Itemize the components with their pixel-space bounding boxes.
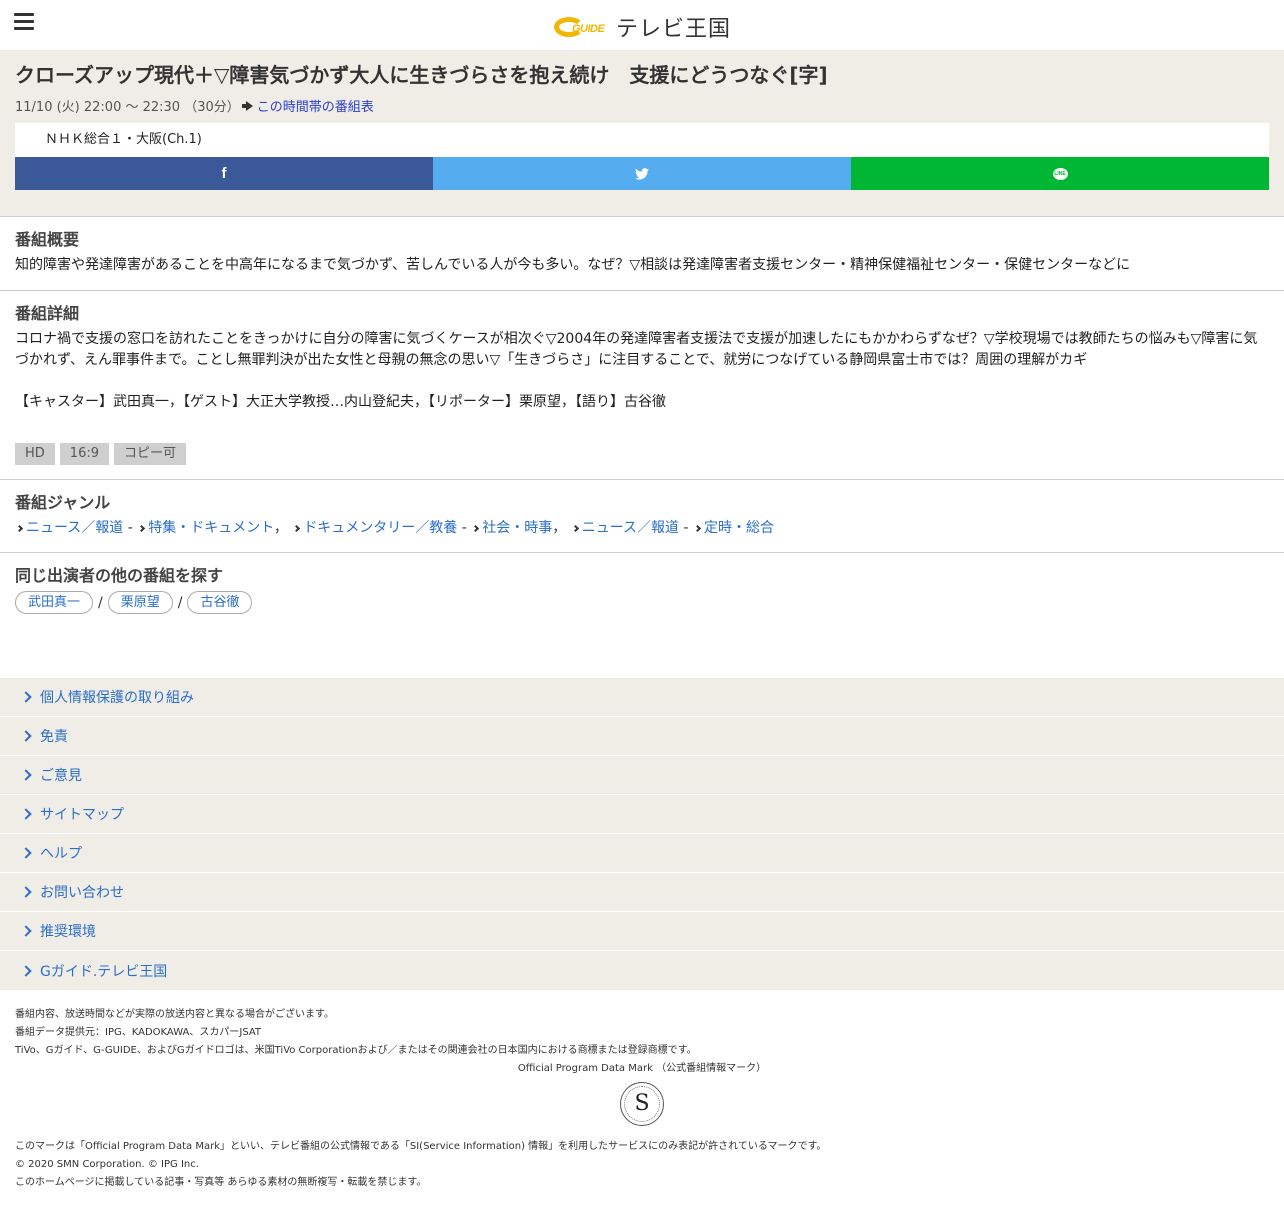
legal-line: TiVo、Gガイド、G-GUIDE、およびGガイドロゴは、米国TiVo Corp… xyxy=(15,1045,697,1056)
broadcast-datetime: 11/10 (火) 22:00 ～ 22:30 （30分） xyxy=(15,100,240,115)
chevron-right-icon xyxy=(20,769,32,781)
cast-pill[interactable]: 武田真一 xyxy=(15,591,94,614)
legal-line: このホームページに掲載している記事・写真等 あらゆる素材の無断複写・転載を禁じま… xyxy=(15,1177,427,1188)
legal-line: 番組データ提供元：IPG、KADOKAWA、スカパーJSAT xyxy=(15,1027,262,1038)
footer-link-help[interactable]: ヘルプ xyxy=(0,834,1284,873)
chevron-right-icon xyxy=(20,964,32,977)
mark-title: Official Program Data Mark （公式番組情報マーク） xyxy=(517,1063,767,1074)
program-header: クローズアップ現代＋▽障害気づかず大人に生きづらさを抱え続け 支援にどうつなぐ[… xyxy=(0,50,1284,216)
site-header: GUIDE テレビ王国 xyxy=(0,0,1284,50)
cast-pill[interactable]: 栗原望 xyxy=(107,591,173,614)
footer-link-contact[interactable]: お問い合わせ xyxy=(0,873,1284,912)
legal-line: 番組内容、放送時間などが実際の放送内容と異なる場合がございます。 xyxy=(15,1009,334,1020)
chevron-right-icon xyxy=(15,524,24,533)
genre-heading: 番組ジャンル xyxy=(15,493,111,512)
footer-link-feedback[interactable]: ご意見 xyxy=(0,756,1284,795)
aspect-badge: 16:9 xyxy=(59,443,109,465)
footer-nav: 個人情報保護の取り組み 免責 ご意見 サイトマップ ヘルプ お問い合わせ 推奨環… xyxy=(0,678,1284,990)
detail-text: コロナ禍で支援の窓口を訪れたことをきっかけに自分の障害に気づくケースが相次ぐ▽2… xyxy=(15,331,1258,410)
separator: / xyxy=(177,594,183,611)
copyright: © 2020 SMN Corporation. © IPG Inc. xyxy=(15,1159,199,1170)
chevron-right-icon xyxy=(138,524,146,533)
chevron-right-icon xyxy=(20,808,32,820)
program-title: クローズアップ現代＋▽障害気づかず大人に生きづらさを抱え続け 支援にどうつなぐ[… xyxy=(15,63,828,87)
genre-link[interactable]: ニュース／報道 xyxy=(582,520,679,536)
footer-link-environment[interactable]: 推奨環境 xyxy=(0,912,1284,951)
footer-link-label: ご意見 xyxy=(40,768,82,784)
footer-link-privacy[interactable]: 個人情報保護の取り組み xyxy=(0,678,1284,717)
chevron-right-icon xyxy=(20,886,32,898)
detail-heading: 番組詳細 xyxy=(15,304,80,323)
line-icon: LINE xyxy=(1052,167,1068,180)
genre-link[interactable]: ニュース／報道 xyxy=(26,520,123,536)
gguide-logo-icon: GUIDE xyxy=(554,15,608,39)
footer-link-label: サイトマップ xyxy=(40,807,124,823)
cast-heading: 同じ出演者の他の番組を探す xyxy=(15,566,224,585)
site-logo[interactable]: GUIDE テレビ王国 xyxy=(554,11,731,43)
share-bar: f LINE xyxy=(15,157,1269,190)
format-badges: HD 16:9 コピー可 xyxy=(15,443,1269,465)
chevron-right-icon xyxy=(20,730,32,742)
twitter-share-button[interactable] xyxy=(433,157,851,190)
genre-link[interactable]: 特集・ドキュメント xyxy=(148,520,274,536)
genre-link[interactable]: 社会・時事 xyxy=(482,520,552,536)
timetable-link[interactable]: この時間帯の番組表 xyxy=(257,96,374,115)
cast-pill[interactable]: 古谷徹 xyxy=(187,591,253,614)
site-name: テレビ王国 xyxy=(616,17,732,42)
copy-badge: コピー可 xyxy=(114,443,187,465)
official-data-mark-icon: S xyxy=(620,1082,664,1126)
chevron-right-icon xyxy=(20,691,32,703)
chevron-right-icon xyxy=(20,847,32,859)
footer-link-gguide[interactable]: Gガイド.テレビ王国 xyxy=(0,951,1284,990)
arrow-right-icon xyxy=(241,100,253,111)
overview-heading: 番組概要 xyxy=(15,230,80,249)
chevron-right-icon xyxy=(693,524,702,533)
chevron-right-icon xyxy=(472,524,480,533)
facebook-share-button[interactable]: f xyxy=(15,157,433,190)
cast-section: 同じ出演者の他の番組を探す 武田真一 / 栗原望 / 古谷徹 xyxy=(0,552,1284,628)
detail-section: 番組詳細 コロナ禍で支援の窓口を訪れたことをきっかけに自分の障害に気づくケースが… xyxy=(0,290,1284,479)
genre-link[interactable]: ドキュメンタリー／教養 xyxy=(303,520,457,536)
facebook-icon: f xyxy=(221,165,227,182)
cast-list: 武田真一 / 栗原望 / 古谷徹 xyxy=(15,591,1269,614)
overview-text: 知的障害や発達障害があることを中高年になるまで気づかず、苦しんでいる人が今も多い… xyxy=(15,257,1131,273)
twitter-icon xyxy=(635,167,649,180)
program-time: 11/10 (火) 22:00 ～ 22:30 （30分） この時間帯の番組表 xyxy=(15,96,1269,115)
legal-line: このマークは「Official Program Data Mark」といい、テレ… xyxy=(15,1141,827,1152)
line-share-button[interactable]: LINE xyxy=(851,157,1269,190)
footer-link-disclaimer[interactable]: 免責 xyxy=(0,717,1284,756)
hd-badge: HD xyxy=(15,443,55,465)
footer-link-label: お問い合わせ xyxy=(40,885,124,901)
genre-list: ニュース／報道 - 特集・ドキュメント， ドキュメンタリー／教養 - 社会・時事… xyxy=(15,518,1269,538)
genre-section: 番組ジャンル ニュース／報道 - 特集・ドキュメント， ドキュメンタリー／教養 … xyxy=(0,479,1284,552)
footer-link-sitemap[interactable]: サイトマップ xyxy=(0,795,1284,834)
separator: / xyxy=(98,594,103,611)
chevron-right-icon xyxy=(571,524,579,533)
genre-link[interactable]: 定時・総合 xyxy=(704,520,774,536)
chevron-right-icon xyxy=(293,524,301,533)
footer-link-label: 個人情報保護の取り組み xyxy=(40,690,194,706)
legal-notice: 番組内容、放送時間などが実際の放送内容と異なる場合がございます。 番組データ提供… xyxy=(0,990,1284,1222)
channel-name: ＮＨＫ総合１・大阪(Ch.1) xyxy=(15,123,1269,157)
chevron-right-icon xyxy=(20,925,32,937)
footer-link-label: 免責 xyxy=(40,729,68,745)
footer-link-label: Gガイド.テレビ王国 xyxy=(40,963,168,980)
menu-icon[interactable] xyxy=(14,13,34,33)
footer-link-label: 推奨環境 xyxy=(40,924,96,940)
footer-link-label: ヘルプ xyxy=(40,846,82,862)
overview-section: 番組概要 知的障害や発達障害があることを中高年になるまで気づかず、苦しんでいる人… xyxy=(0,216,1284,290)
